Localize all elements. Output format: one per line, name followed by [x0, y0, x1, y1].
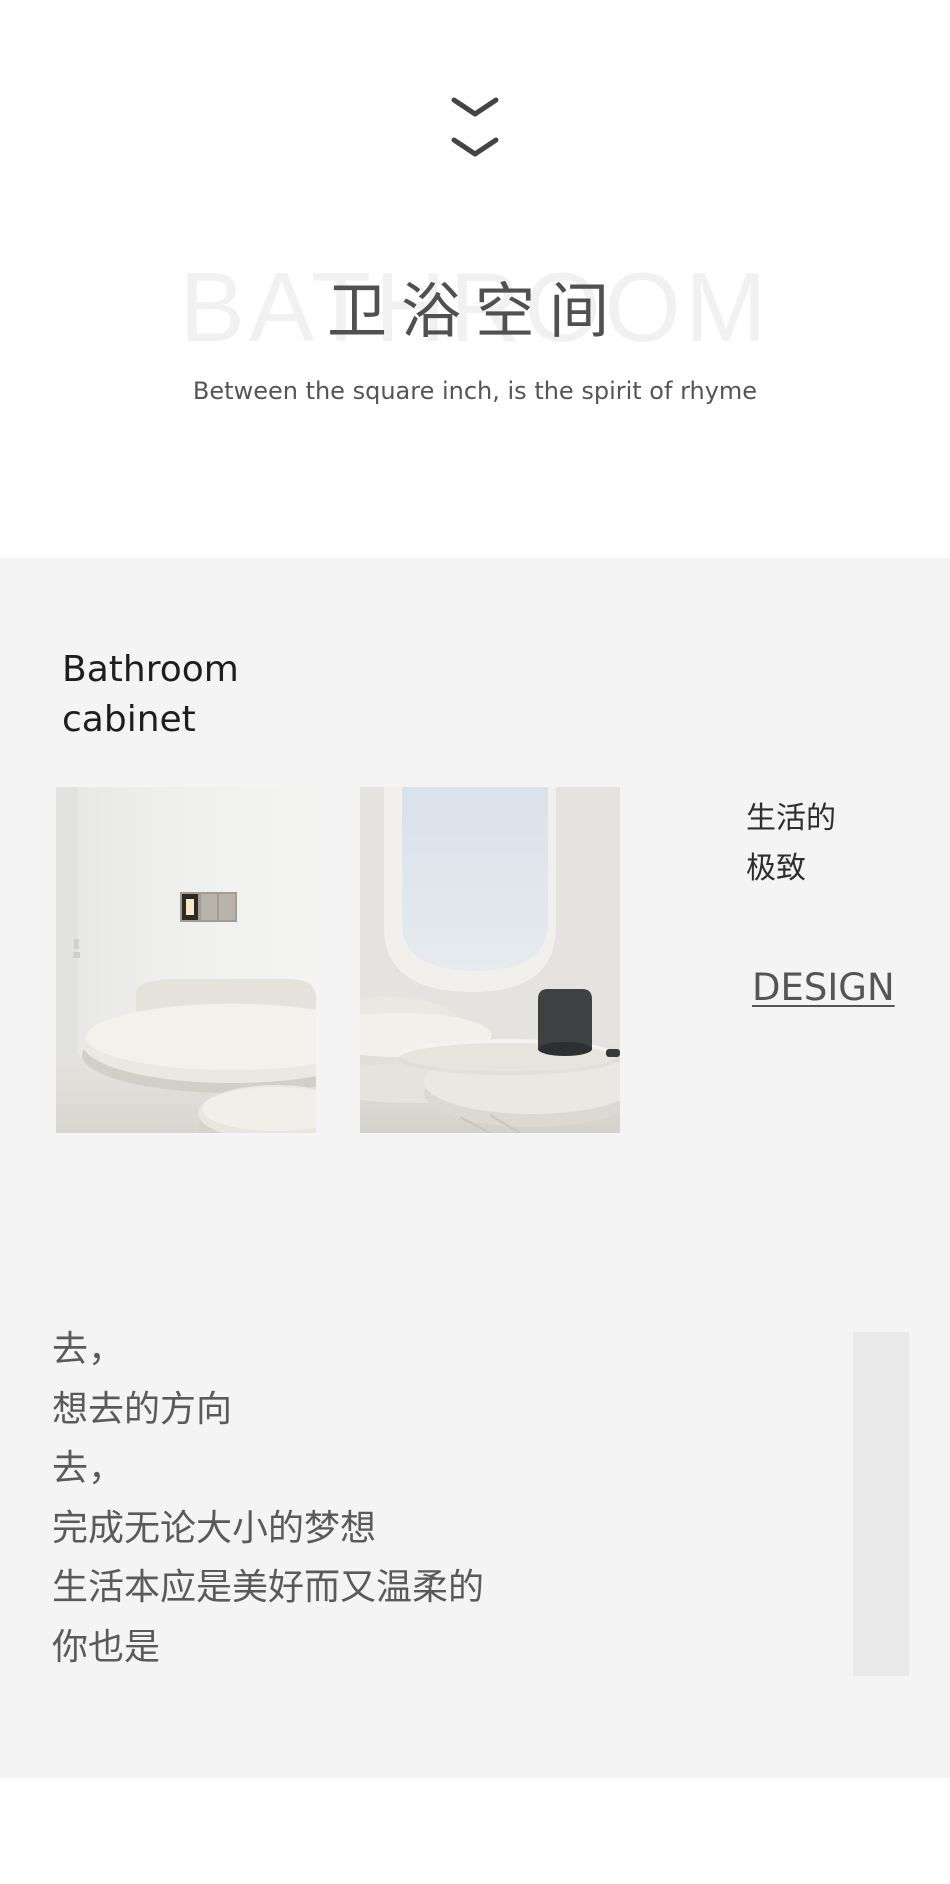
header-section: BATHROOM 卫浴空间 Between the square inch, i… [0, 0, 950, 558]
poem-line: 想去的方向 [52, 1388, 233, 1430]
page-title: 卫浴空间 [327, 277, 623, 347]
double-chevron-down-icon[interactable] [450, 94, 500, 160]
poem-line: 去， [52, 1448, 125, 1489]
section-title-line-1: Bathroom [62, 649, 239, 690]
poem-text: 去， 想去的方向 去， 完成无论大小的梦想 生活本应是美好而又温柔的 你也是 [52, 1320, 672, 1677]
section-title: Bathroom cabinet [62, 645, 322, 745]
design-link[interactable]: DESIGN [752, 962, 895, 1014]
poem-line: 生活本应是美好而又温柔的 [52, 1567, 485, 1608]
page-subtitle: Between the square inch, is the spirit o… [192, 377, 758, 405]
photo-arched-window-room [360, 787, 620, 1133]
footer-spacer [0, 1778, 950, 1884]
section-title-line-2: cabinet [62, 699, 196, 740]
poem-line: 完成无论大小的梦想 [52, 1507, 377, 1549]
side-label: 生活的 极致 [746, 794, 886, 894]
poem-line: 去， [52, 1329, 125, 1370]
poem-line: 你也是 [52, 1626, 161, 1668]
side-label-line-2: 极致 [746, 851, 806, 886]
side-label-line-1: 生活的 [746, 801, 836, 836]
photo-living-room [56, 787, 316, 1133]
decorative-gray-block [853, 1332, 909, 1676]
